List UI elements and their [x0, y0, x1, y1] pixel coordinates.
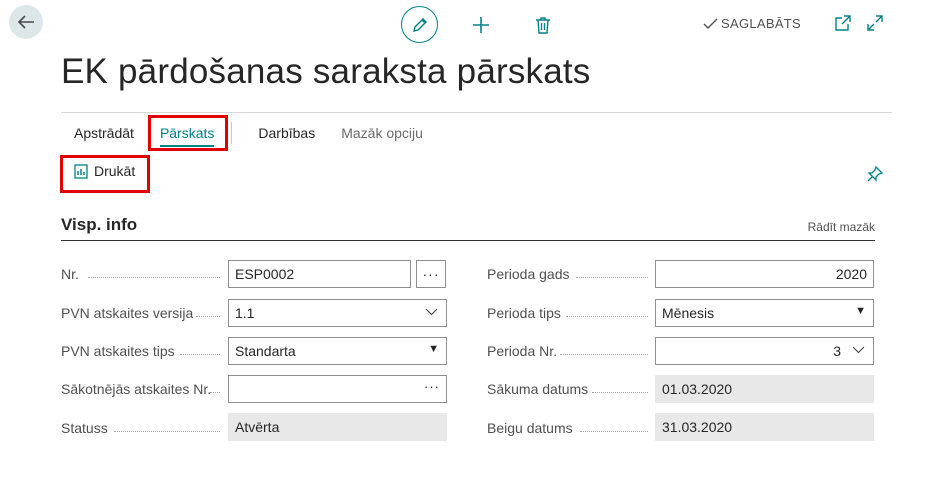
label-dots [210, 391, 220, 393]
ellipsis-icon[interactable]: ··· [424, 379, 440, 394]
field-label-end-date: Beigu datums [487, 420, 573, 436]
status-field: Atvērta [228, 413, 447, 441]
start-date-field: 01.03.2020 [655, 375, 874, 403]
field-label-period-type: Perioda tips [487, 305, 561, 321]
action-tabs: Apstrādāt Pārskats Darbības Mazāk opciju [61, 118, 436, 148]
no-assist-button[interactable]: ··· [416, 260, 446, 288]
highlight-report-tab [148, 115, 228, 151]
period-no-field[interactable]: 3 [655, 337, 874, 365]
back-button[interactable] [9, 5, 43, 39]
section-title: Visp. info [61, 215, 138, 234]
chevron-down-icon [852, 346, 865, 354]
label-dots [580, 430, 648, 432]
field-label-status: Statuss [61, 420, 108, 436]
arrow-left-icon [17, 15, 34, 29]
label-dots [88, 276, 220, 278]
edit-button[interactable] [401, 6, 438, 43]
pin-icon[interactable] [866, 165, 884, 183]
original-report-no-field[interactable]: ··· [228, 375, 447, 403]
period-type-value: Mēnesis [662, 305, 715, 321]
new-button[interactable] [470, 14, 492, 36]
end-date-field: 31.03.2020 [655, 413, 874, 441]
open-new-window-icon[interactable] [834, 14, 852, 32]
vat-type-value: Standarta [235, 343, 296, 359]
tab-separator [231, 122, 233, 144]
dropdown-caret-icon: ▼ [855, 305, 866, 317]
highlight-print-button [60, 155, 150, 193]
checkmark-icon [703, 18, 718, 29]
chevron-down-icon [425, 308, 438, 316]
tab-fewer-options[interactable]: Mazāk opciju [328, 125, 436, 141]
section-header: Visp. info Rādīt mazāk [61, 215, 875, 241]
period-type-select[interactable]: Mēnesis ▼ [655, 299, 874, 327]
no-field[interactable]: ESP0002 [228, 260, 411, 288]
saved-status: SAGLABĀTS [703, 16, 801, 31]
tab-process[interactable]: Apstrādāt [61, 125, 147, 141]
expand-icon[interactable] [866, 14, 884, 32]
title-divider [61, 112, 892, 113]
page-title: EK pārdošanas saraksta pārskats [61, 52, 591, 91]
saved-label: SAGLABĀTS [721, 16, 802, 31]
label-dots [560, 353, 648, 355]
period-no-value: 3 [833, 343, 841, 359]
label-dots [114, 430, 220, 432]
show-less-link[interactable]: Rādīt mazāk [808, 220, 875, 234]
delete-button[interactable] [532, 14, 554, 36]
label-dots [196, 315, 220, 317]
label-dots [576, 276, 648, 278]
field-label-vat-version: PVN atskaites versija [61, 305, 194, 321]
pencil-icon [412, 17, 427, 32]
vat-version-field[interactable]: 1.1 [228, 299, 447, 327]
period-year-field[interactable]: 2020 [655, 260, 874, 288]
record-actions [400, 6, 580, 44]
trash-icon [536, 17, 550, 34]
field-label-start-date: Sākuma datums [487, 381, 589, 397]
plus-icon [473, 17, 489, 33]
label-dots [592, 391, 648, 393]
dropdown-caret-icon: ▼ [428, 343, 439, 355]
field-label-period-year: Perioda gads [487, 266, 570, 282]
field-label-original-report-no: Sākotnējās atskaites Nr. [61, 381, 212, 397]
window-controls [834, 14, 884, 32]
label-dots [180, 353, 220, 355]
label-dots [566, 315, 648, 317]
field-label-period-no: Perioda Nr. [487, 343, 558, 359]
vat-type-select[interactable]: Standarta ▼ [228, 337, 447, 365]
vat-version-value: 1.1 [235, 305, 255, 321]
field-label-no: Nr. [61, 266, 79, 282]
field-label-vat-type: PVN atskaites tips [61, 343, 175, 359]
tab-actions[interactable]: Darbības [245, 125, 328, 141]
